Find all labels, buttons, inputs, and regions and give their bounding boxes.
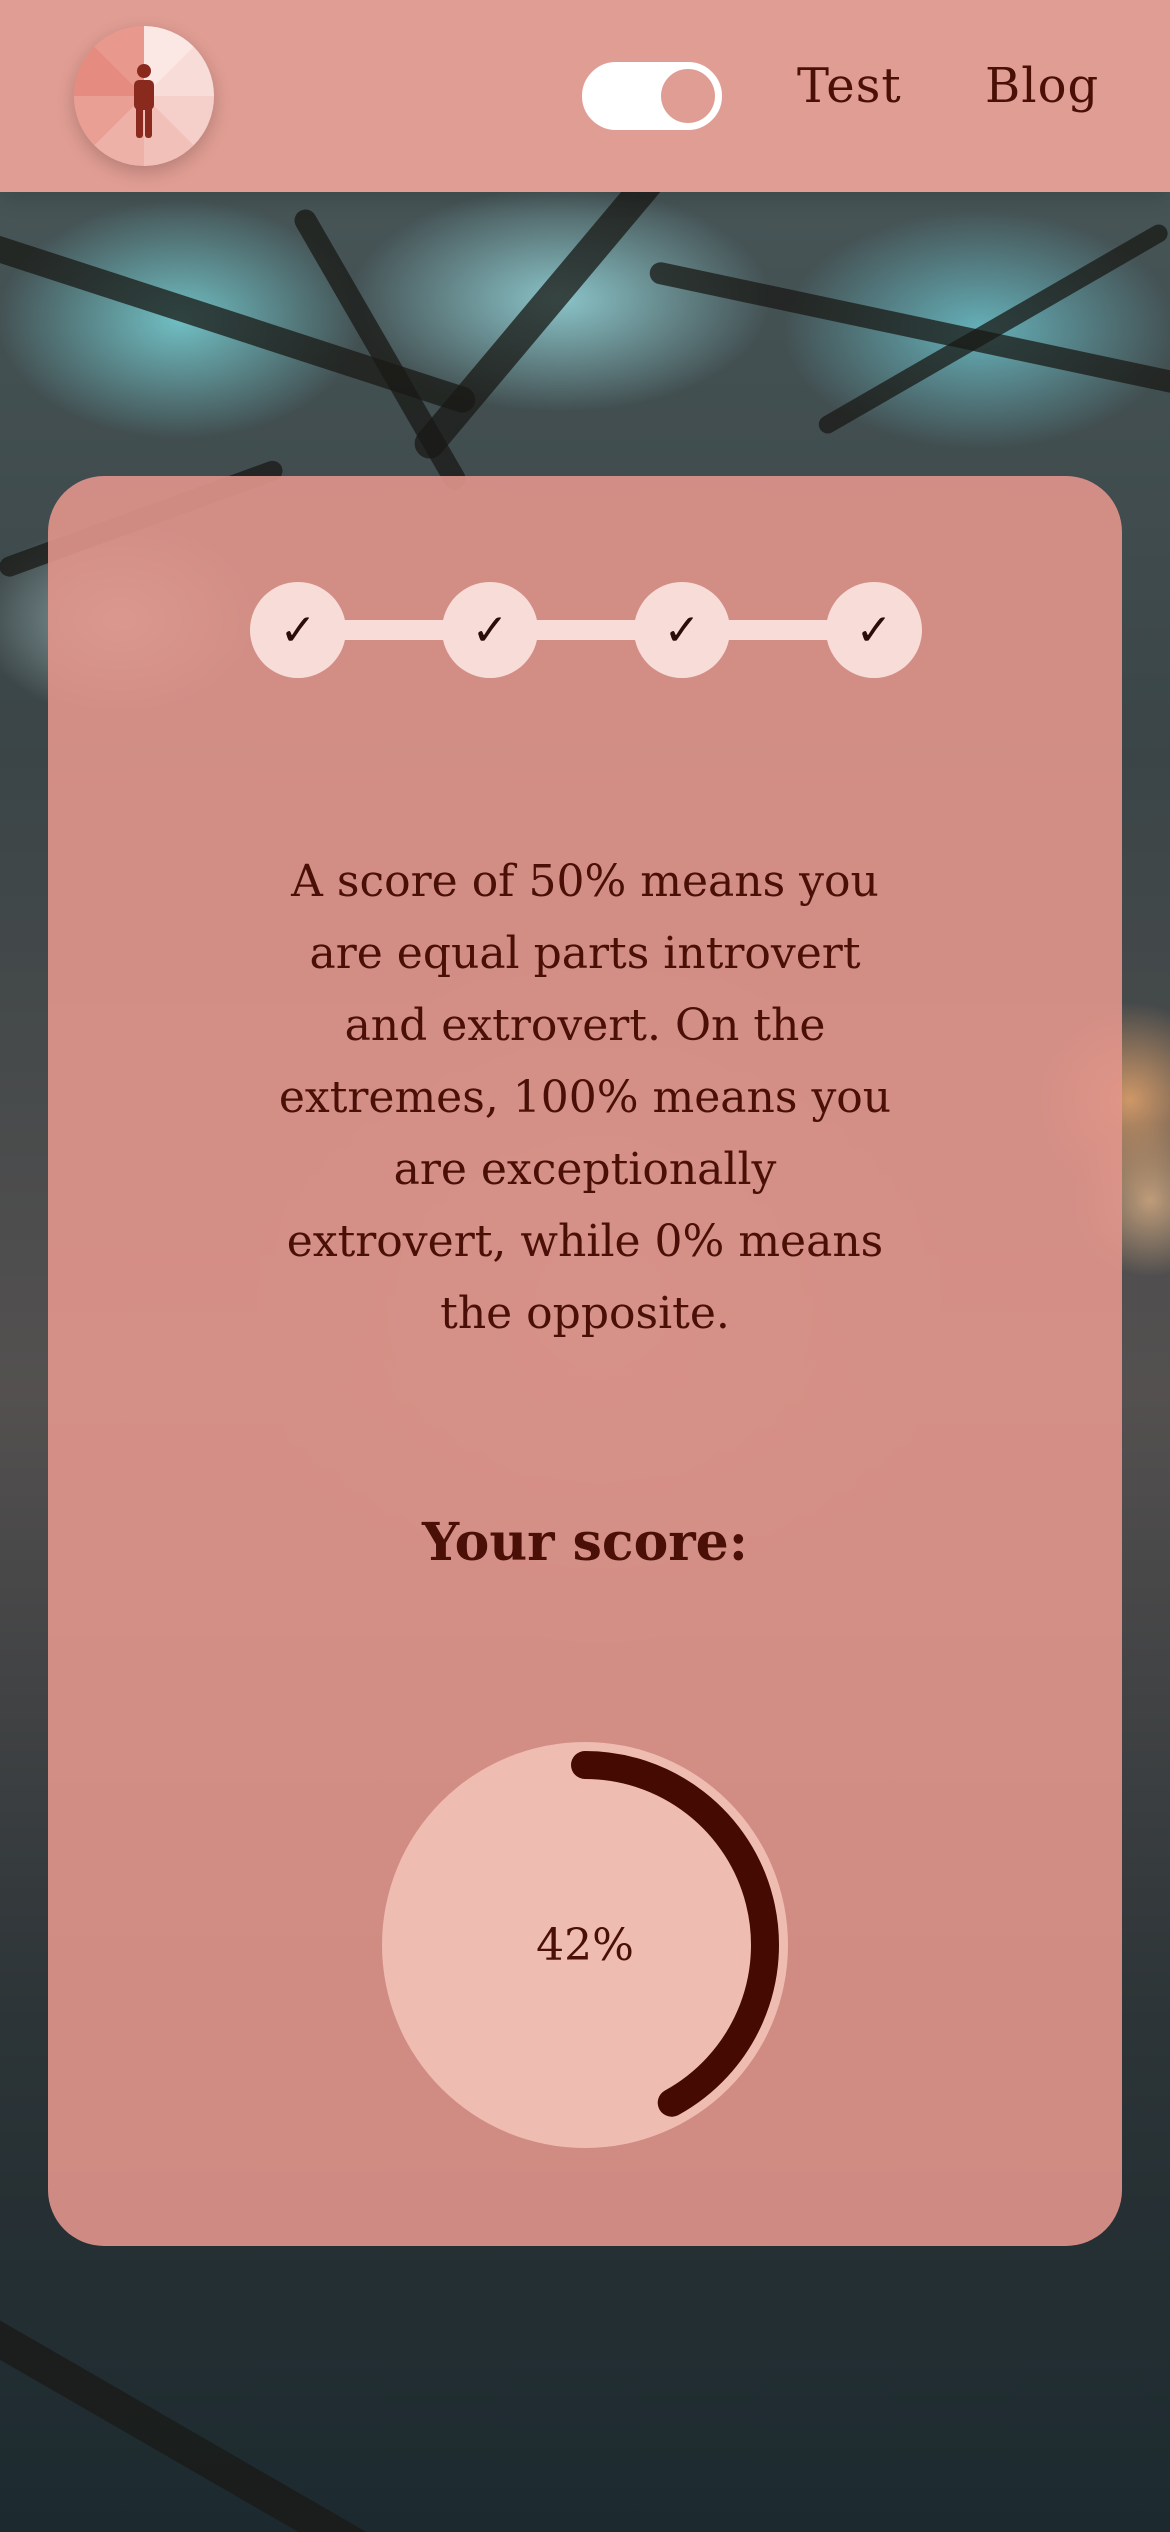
step-2: ✓ [442,582,538,678]
person-icon [134,64,154,138]
score-explanation: A score of 50% means you are equal parts… [278,856,892,1339]
theme-toggle[interactable] [582,62,722,130]
toggle-knob [661,69,715,123]
score-value: 42% [536,1919,634,1971]
result-card: ✓ ✓ ✓ ✓ A score of 50% means you are equ… [48,476,1122,2246]
score-gauge: 42% [382,1742,788,2148]
step-3: ✓ [634,582,730,678]
stepper-line [298,620,874,640]
progress-stepper: ✓ ✓ ✓ ✓ [250,582,922,678]
step-1: ✓ [250,582,346,678]
nav-link-test[interactable]: Test [797,58,902,114]
logo[interactable] [74,26,214,166]
score-label: Your score: [422,1512,748,1573]
nav-link-blog[interactable]: Blog [985,58,1099,114]
app-header: Test Blog [0,0,1170,192]
step-4: ✓ [826,582,922,678]
